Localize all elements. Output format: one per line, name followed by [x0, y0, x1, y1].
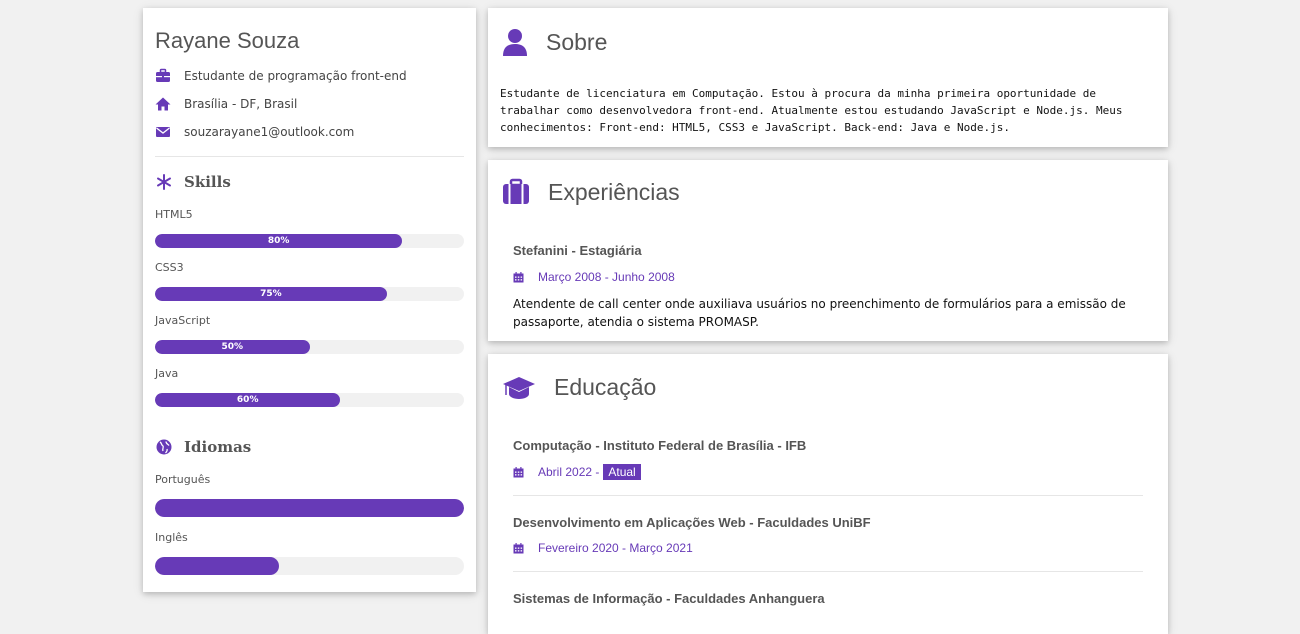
experience-card: Experiências Stefanini - Estagiária Març… [488, 160, 1168, 341]
language-bar-fill [155, 557, 279, 575]
skill-bar-fill: 75% [155, 287, 387, 301]
skill-bar: 80% [155, 234, 464, 248]
skill-label: Java [155, 367, 179, 380]
skills-heading: Skills [155, 173, 231, 191]
language-label: Inglês [155, 531, 188, 544]
about-card: Sobre Estudante de licenciatura em Compu… [488, 8, 1168, 147]
education-entry-date: Fevereiro 2020 - Março 2021 [513, 541, 693, 555]
education-entry-title: Desenvolvimento em Aplicações Web - Facu… [513, 515, 871, 530]
language-bar-fill [155, 499, 464, 517]
skill-bar: 50% [155, 340, 464, 354]
home-icon [155, 97, 171, 111]
divider [513, 571, 1143, 572]
skill-bar-fill: 80% [155, 234, 403, 248]
experience-title: Experiências [548, 178, 680, 205]
languages-title: Idiomas [184, 438, 252, 456]
user-icon [503, 29, 527, 56]
email-row: souzarayane1@outlook.com [155, 123, 354, 141]
email-text[interactable]: souzarayane1@outlook.com [184, 125, 354, 139]
skill-label: JavaScript [155, 314, 211, 327]
location-text: Brasília - DF, Brasil [184, 97, 298, 111]
skill-bar: 75% [155, 287, 464, 301]
suitcase-icon [503, 178, 529, 204]
experience-date-text: Março 2008 - Junho 2008 [538, 270, 675, 284]
current-badge: Atual [603, 464, 641, 480]
education-date-text: Fevereiro 2020 - Março 2021 [538, 541, 693, 555]
briefcase-icon [156, 68, 170, 82]
graduation-cap-icon [503, 376, 535, 399]
profile-name: Rayane Souza [155, 28, 300, 53]
education-date-text: Abril 2022 - [538, 465, 600, 479]
about-heading: Sobre [502, 28, 607, 56]
calendar-icon [513, 542, 524, 553]
experience-entry-description: Atendente de call center onde auxiliava … [513, 297, 1126, 329]
about-text: Estudante de licenciatura em Computação.… [500, 87, 1123, 134]
experience-entry-date: Março 2008 - Junho 2008 [513, 270, 675, 284]
envelope-icon [156, 127, 170, 137]
calendar-icon [513, 466, 524, 477]
role-row: Estudante de programação front-end [155, 67, 407, 85]
language-bar [155, 557, 464, 575]
education-title: Educação [554, 374, 657, 400]
calendar-icon [513, 271, 524, 282]
language-bar [155, 499, 464, 517]
divider [155, 156, 464, 157]
experience-entry-title: Stefanini - Estagiária [513, 243, 642, 258]
profile-card: Rayane Souza Estudante de programação fr… [143, 8, 476, 592]
education-heading: Educação [502, 374, 656, 401]
role-text: Estudante de programação front-end [184, 69, 407, 83]
education-entry-title: Computação - Instituto Federal de Brasíl… [513, 438, 807, 453]
skill-label: HTML5 [155, 208, 193, 221]
experience-heading: Experiências [502, 178, 680, 206]
about-title: Sobre [546, 28, 608, 55]
education-entry-date: Abril 2022 - Atual [513, 464, 641, 480]
asterisk-icon [157, 174, 171, 190]
language-label: Português [155, 473, 211, 486]
skill-bar: 60% [155, 393, 464, 407]
divider [513, 495, 1143, 496]
globe-icon [156, 439, 172, 455]
education-card: Educação Computação - Instituto Federal … [488, 354, 1168, 634]
skill-bar-fill: 50% [155, 340, 310, 354]
languages-heading: Idiomas [155, 438, 251, 456]
education-entry-title: Sistemas de Informação - Faculdades Anha… [513, 591, 825, 606]
skills-title: Skills [184, 173, 231, 191]
skill-label: CSS3 [155, 261, 184, 274]
location-row: Brasília - DF, Brasil [155, 95, 297, 113]
skill-bar-fill: 60% [155, 393, 341, 407]
